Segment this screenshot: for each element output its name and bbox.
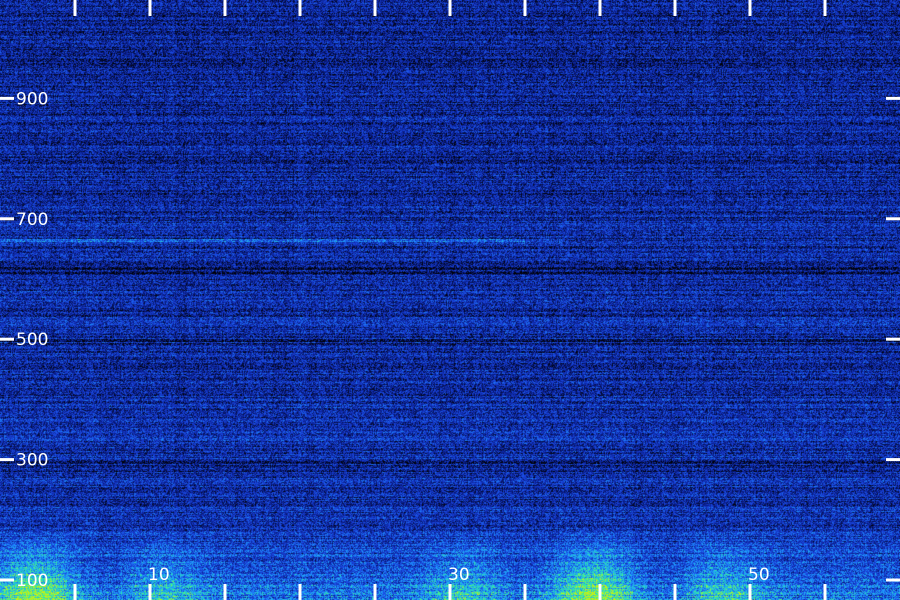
y-tick-label: 500 [16,330,48,350]
y-tick-label: 100 [16,571,48,591]
y-tick-label: 700 [16,210,48,230]
spectrogram: 100 300 500 700 900 10 30 50 [0,0,900,600]
axes-overlay: 100 300 500 700 900 10 30 50 [0,0,900,600]
x-tick-label: 30 [448,565,470,585]
y-tick-label: 300 [16,451,48,471]
y-tick-label: 900 [16,89,48,109]
x-tick-label: 10 [148,565,170,585]
x-tick-label: 50 [748,565,770,585]
